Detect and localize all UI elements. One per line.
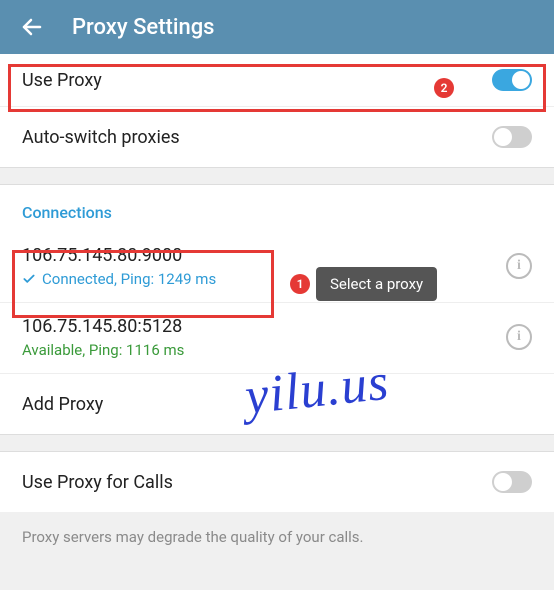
section-gap — [0, 167, 554, 185]
use-proxy-calls-row[interactable]: Use Proxy for Calls — [0, 452, 554, 512]
use-proxy-calls-label: Use Proxy for Calls — [22, 472, 173, 493]
use-proxy-calls-toggle[interactable] — [492, 471, 532, 493]
auto-switch-row[interactable]: Auto-switch proxies — [0, 107, 554, 167]
proxy-status-available: Available, Ping: 1116 ms — [22, 341, 184, 359]
info-icon[interactable]: i — [506, 324, 532, 350]
use-proxy-toggle[interactable] — [492, 69, 532, 91]
auto-switch-toggle[interactable] — [492, 126, 532, 148]
annotation-tooltip: Select a proxy — [316, 267, 437, 301]
proxy-address: 106.75.145.80:9000 — [22, 245, 216, 266]
proxy-address: 106.75.145.80:5128 — [22, 316, 184, 337]
back-arrow-icon[interactable] — [20, 15, 44, 39]
connections-header: Connections — [0, 185, 554, 232]
page-title: Proxy Settings — [72, 15, 215, 40]
section-gap — [0, 434, 554, 452]
proxy-item-available[interactable]: 106.75.145.80:5128 Available, Ping: 1116… — [0, 303, 554, 373]
use-proxy-row[interactable]: Use Proxy — [0, 54, 554, 106]
add-proxy-label: Add Proxy — [22, 394, 103, 415]
proxy-item-connected[interactable]: 106.75.145.80:9000 Connected, Ping: 1249… — [0, 232, 554, 302]
annotation-badge-1: 1 — [290, 274, 310, 294]
auto-switch-label: Auto-switch proxies — [22, 127, 180, 148]
check-icon — [22, 272, 36, 286]
header: Proxy Settings — [0, 0, 554, 54]
use-proxy-label: Use Proxy — [22, 70, 102, 91]
calls-footer-note: Proxy servers may degrade the quality of… — [0, 512, 554, 568]
proxy-status-text: Connected, Ping: 1249 ms — [42, 270, 216, 288]
annotation-badge-2: 2 — [434, 78, 454, 98]
info-icon[interactable]: i — [506, 253, 532, 279]
add-proxy-row[interactable]: Add Proxy — [0, 374, 554, 434]
proxy-status-connected: Connected, Ping: 1249 ms — [22, 270, 216, 288]
